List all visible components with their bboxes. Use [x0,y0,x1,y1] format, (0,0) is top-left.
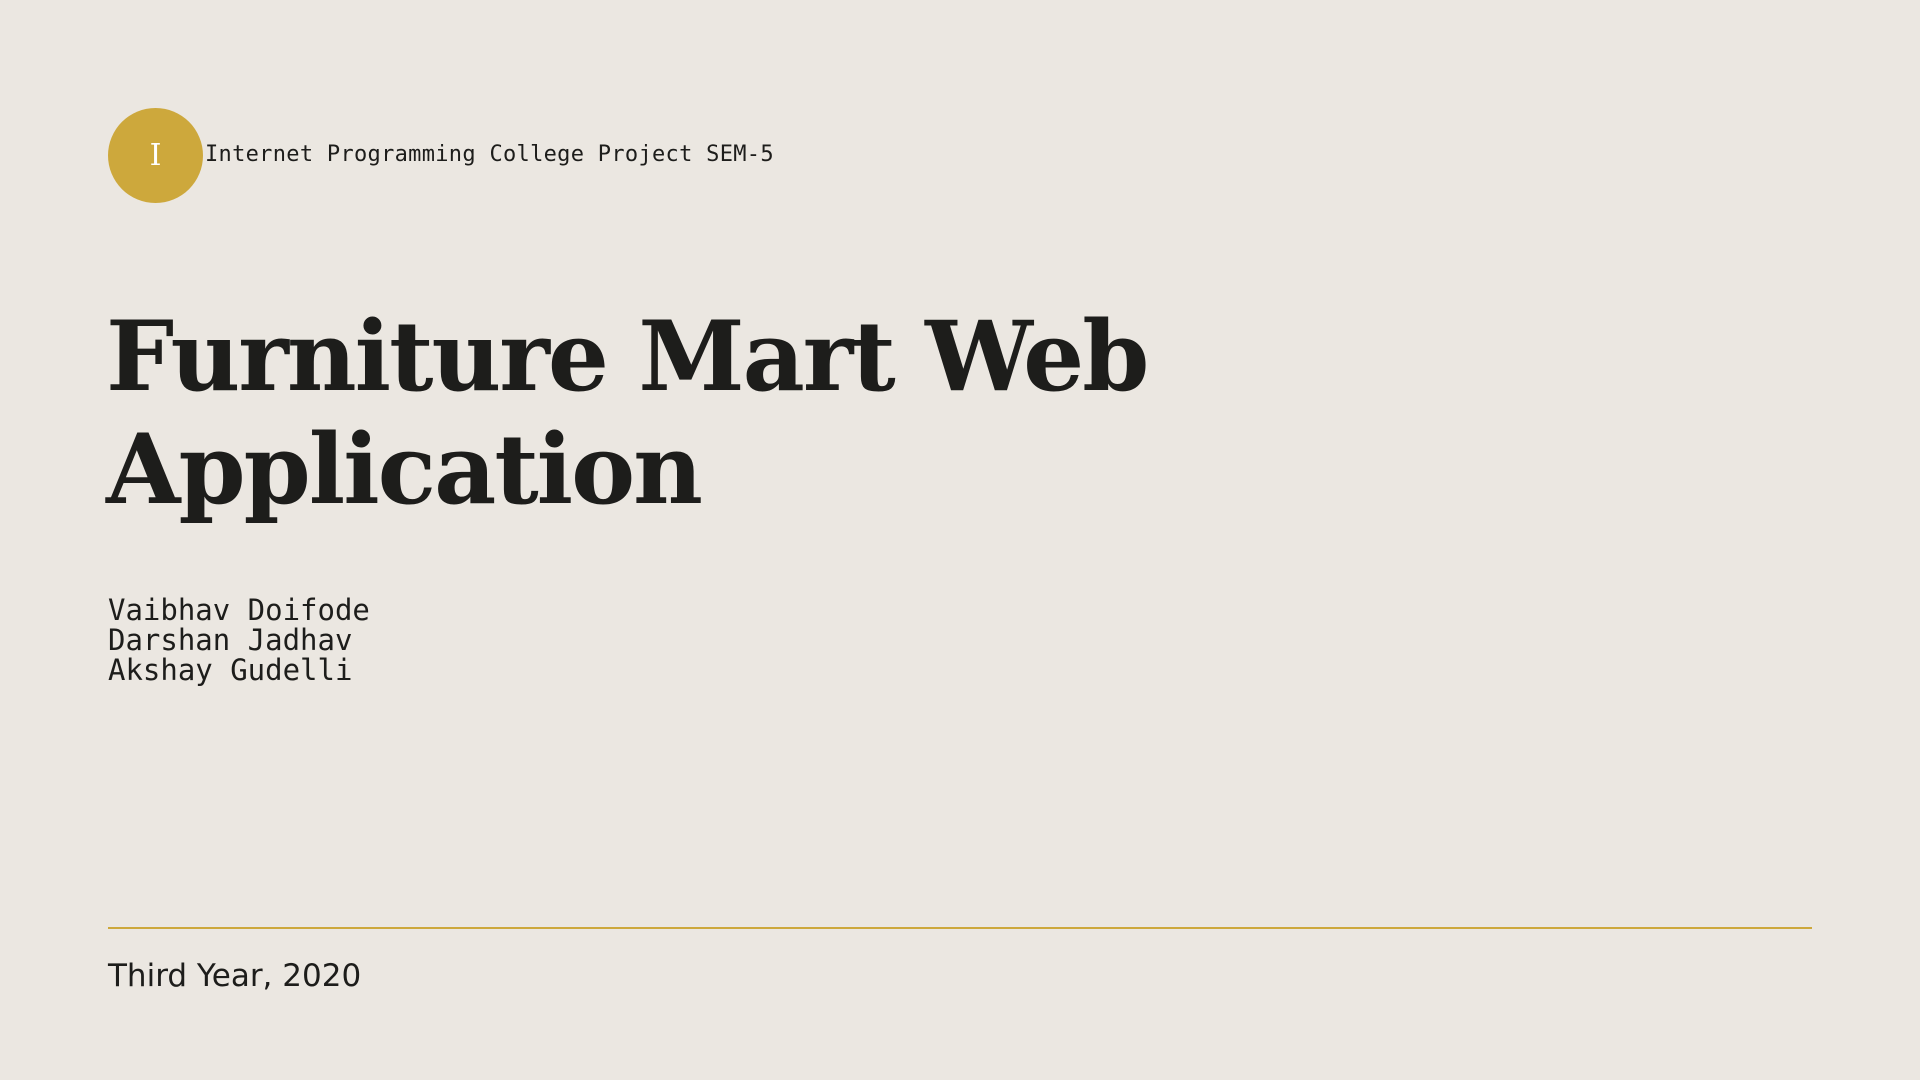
divider-line [108,927,1812,929]
badge-letter: I [149,137,162,173]
slide-title: Furniture Mart Web Application [106,300,1149,526]
author-name: Vaibhav Doifode [108,593,370,627]
badge-circle: I [108,108,203,203]
footer-text: Third Year, 2020 [108,958,362,994]
author-name: Akshay Gudelli [108,653,353,687]
slide-title-line-1: Furniture Mart Web [106,300,1149,413]
slide-title-line-2: Application [106,413,703,526]
project-label: Internet Programming College Project SEM… [205,142,774,167]
author-name: Darshan Jadhav [108,623,353,657]
authors-list: Vaibhav Doifode Darshan Jadhav Akshay Gu… [108,595,370,685]
